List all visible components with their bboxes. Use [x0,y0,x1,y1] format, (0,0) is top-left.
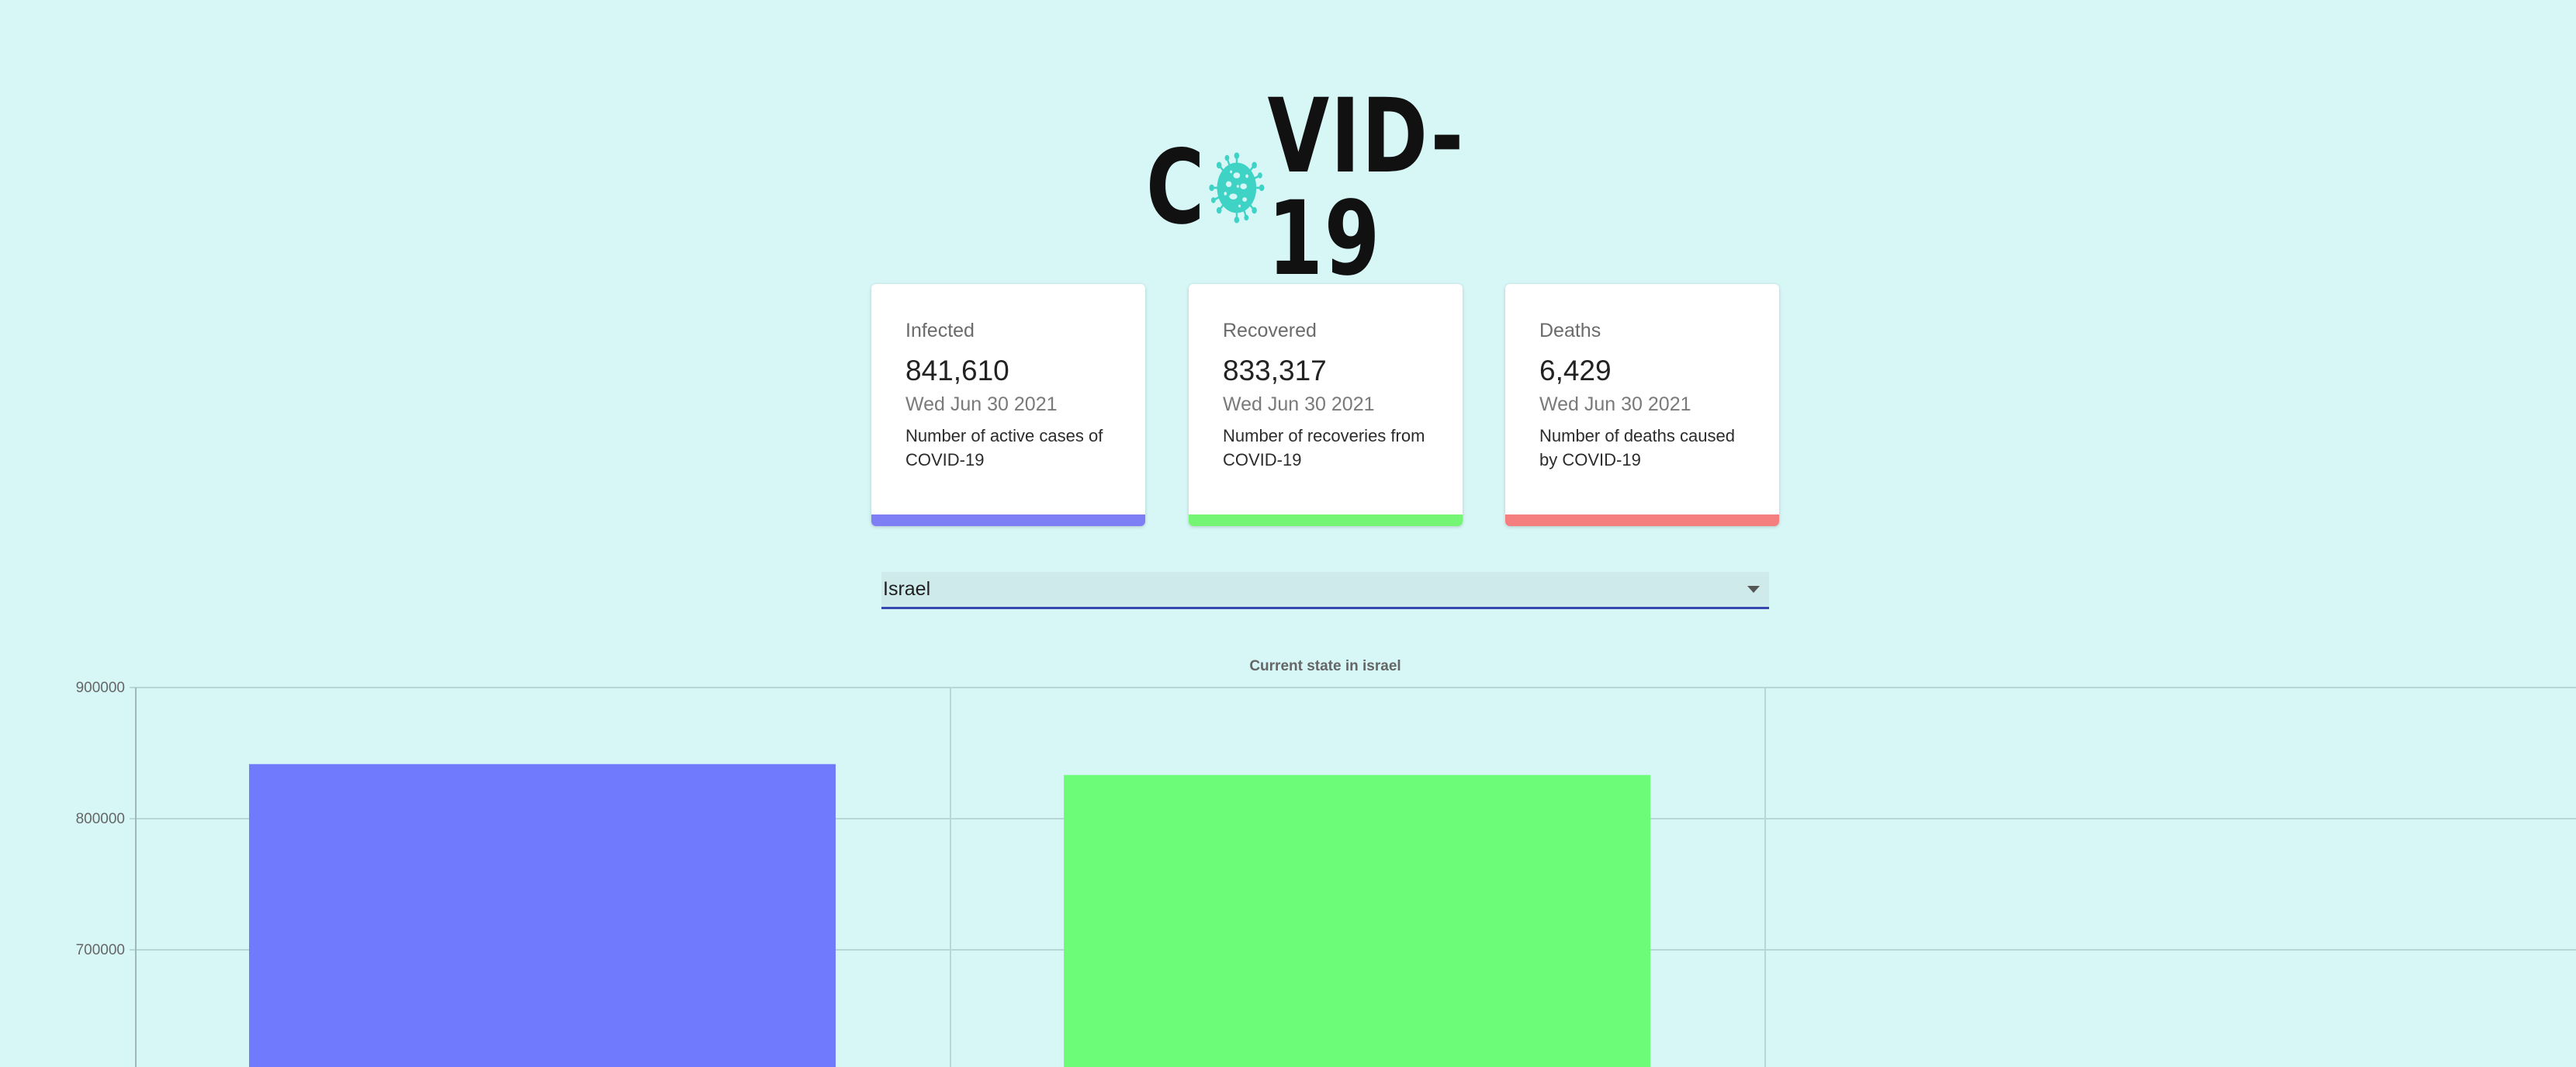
card-value: 841,610 [905,355,1009,386]
card-description: Number of recoveries from COVID-19 [1223,426,1425,469]
bar-infected [249,764,836,1067]
bar-recovered [1064,774,1650,1067]
bar-chart: Current state in israel 900000 800000 70000… [76,658,2576,1067]
card-description: Number of deaths caused by COVID-19 [1539,426,1735,469]
chart-title: Current state in israel [1249,658,1401,674]
y-tick-label: 900000 [76,680,125,696]
country-select[interactable]: Israel [881,572,1769,609]
card-value: 6,429 [1539,355,1612,386]
y-tick-label: 800000 [76,811,125,827]
country-select-value: Israel [883,578,931,600]
logo-text-right: VID-19 [1267,77,1465,299]
logo-wordmark: C VID-19 [1146,85,1503,290]
recovered-card: Recovered 833,317 Wed Jun 30 2021 Number… [1189,284,1463,526]
card-description: Number of active cases of COVID-19 [905,426,1103,469]
infected-card: Infected 841,610 Wed Jun 30 2021 Number … [871,284,1145,526]
dropdown-arrow-icon[interactable] [1747,586,1760,593]
card-color-bar [871,514,1145,526]
card-value: 833,317 [1223,355,1327,386]
virus-icon [1209,152,1265,223]
card-date: Wed Jun 30 2021 [1223,393,1375,415]
covid-logo: C VID-19 [1096,85,1553,290]
card-title: Recovered [1223,320,1317,341]
y-tick-label: 700000 [76,942,125,958]
card-color-bar [1505,514,1779,526]
card-date: Wed Jun 30 2021 [905,393,1058,415]
card-title: Infected [905,320,975,341]
card-title: Deaths [1539,320,1601,341]
card-color-bar [1189,514,1463,526]
app-root: C VID-19 Infected 841,610 Wed Jun 30 202… [0,0,2576,1067]
deaths-card: Deaths 6,429 Wed Jun 30 2021 Number of d… [1505,284,1779,526]
logo-text-left: C [1145,128,1207,248]
card-date: Wed Jun 30 2021 [1539,393,1691,415]
